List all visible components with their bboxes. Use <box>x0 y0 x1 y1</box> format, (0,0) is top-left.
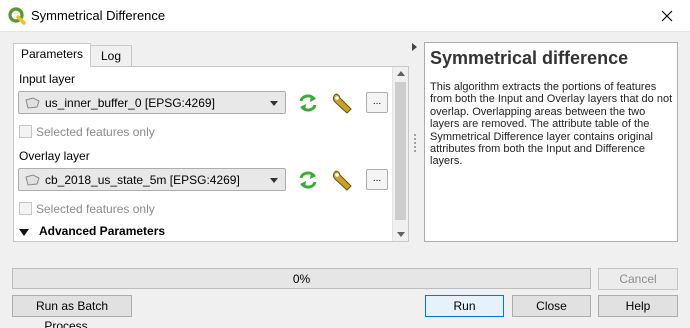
overlay-selected-only-label: Selected features only <box>36 202 155 216</box>
overlay-layer-value: cb_2018_us_state_5m [EPSG:4269] <box>45 173 240 187</box>
run-as-batch-button[interactable]: Run as Batch Process… <box>12 295 132 328</box>
splitter-handle[interactable] <box>414 134 416 152</box>
parameters-panel: Input layer us_inner_buffer_0 [EPSG:4269… <box>13 66 409 242</box>
input-layer-value: us_inner_buffer_0 [EPSG:4269] <box>45 96 215 110</box>
chevron-down-icon <box>270 178 278 183</box>
input-layer-browse-button[interactable]: ... <box>366 92 388 113</box>
overlay-selected-only-checkbox[interactable] <box>19 202 32 215</box>
scroll-up-icon[interactable] <box>397 71 405 76</box>
close-icon <box>661 10 673 21</box>
tab-log[interactable]: Log <box>90 45 132 67</box>
advanced-parameters-toggle[interactable]: Advanced Parameters <box>39 224 165 238</box>
window-title: Symmetrical Difference <box>31 8 166 23</box>
help-panel: Symmetrical difference This algorithm ex… <box>424 42 678 242</box>
qgis-logo-icon <box>8 7 26 25</box>
collapse-help-arrow-icon[interactable] <box>412 43 417 51</box>
overlay-layer-combo[interactable]: cb_2018_us_state_5m [EPSG:4269] <box>18 168 286 191</box>
input-selected-only-checkbox[interactable] <box>19 125 32 138</box>
help-body: This algorithm extracts the portions of … <box>430 81 673 168</box>
run-button[interactable]: Run <box>425 295 504 317</box>
tab-parameters[interactable]: Parameters <box>13 43 91 67</box>
overlay-layer-browse-button[interactable]: ... <box>366 169 388 190</box>
polygon-layer-icon <box>25 174 40 186</box>
chevron-down-icon <box>270 101 278 106</box>
help-button[interactable]: Help <box>598 295 678 317</box>
progress-text: 0% <box>292 272 311 286</box>
help-title: Symmetrical difference <box>430 48 629 68</box>
wrench-icon[interactable] <box>331 91 355 115</box>
progress-bar: 0% <box>12 268 591 289</box>
wrench-icon[interactable] <box>331 168 355 192</box>
input-layer-combo[interactable]: us_inner_buffer_0 [EPSG:4269] <box>18 91 286 114</box>
scroll-down-icon[interactable] <box>397 232 405 237</box>
polygon-layer-icon <box>25 97 40 109</box>
iterate-icon[interactable] <box>297 169 319 191</box>
input-selected-only-label: Selected features only <box>36 125 155 139</box>
close-button[interactable]: Close <box>512 295 591 317</box>
iterate-icon[interactable] <box>297 92 319 114</box>
scrollbar-thumb[interactable] <box>395 82 406 220</box>
parameters-scrollbar[interactable] <box>392 67 408 241</box>
collapse-triangle-icon[interactable] <box>19 229 29 236</box>
close-window-button[interactable] <box>644 0 690 31</box>
input-layer-label: Input layer <box>19 72 76 86</box>
title-bar: Symmetrical Difference <box>0 0 690 32</box>
cancel-button[interactable]: Cancel <box>598 268 678 290</box>
overlay-layer-label: Overlay layer <box>19 149 90 163</box>
